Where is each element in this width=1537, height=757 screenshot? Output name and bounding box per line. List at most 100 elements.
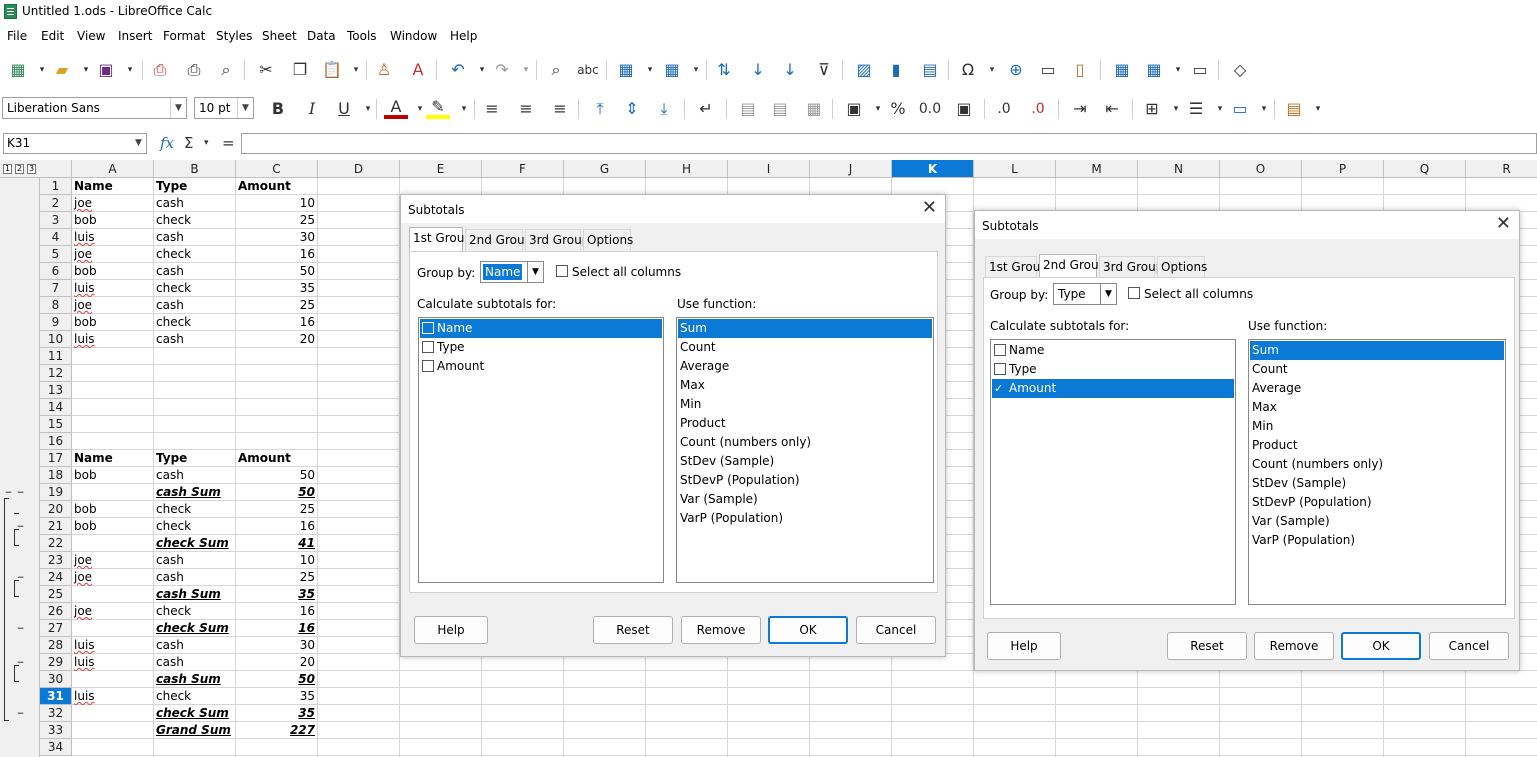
row-header[interactable]: 22 <box>40 535 72 552</box>
row-header[interactable]: 30 <box>40 671 72 688</box>
cell[interactable]: joe <box>72 297 153 314</box>
cell[interactable]: luis <box>72 637 153 654</box>
cell[interactable]: cash <box>154 467 235 484</box>
row-header[interactable]: 5 <box>40 246 72 263</box>
align-top-icon[interactable]: ⤒ <box>588 97 612 121</box>
new-document-icon[interactable]: ▦ <box>6 58 30 82</box>
list-item[interactable]: Type <box>420 338 662 357</box>
cell[interactable]: 50 <box>236 467 317 484</box>
column-dropdown-icon[interactable]: ▾ <box>684 58 708 82</box>
collapse-button[interactable]: − <box>16 574 25 583</box>
cell[interactable]: Name <box>72 450 153 467</box>
highlight-color-icon[interactable]: ✎ <box>426 97 450 119</box>
row-header[interactable]: 11 <box>40 348 72 365</box>
function-item[interactable]: Average <box>1250 379 1504 398</box>
tab-1st-group[interactable]: 1st Group <box>985 256 1048 278</box>
cell[interactable]: 50 <box>236 484 317 501</box>
name-box[interactable]: K31 ▼ <box>3 133 147 154</box>
column-header[interactable]: L <box>974 160 1056 178</box>
function-item[interactable]: Product <box>678 414 932 433</box>
cell[interactable]: 25 <box>236 212 317 229</box>
group-by-dropdown[interactable]: Type ▼ <box>1053 283 1117 305</box>
cell[interactable]: bob <box>72 263 153 280</box>
columns-list[interactable]: Name Type Amount <box>418 317 664 583</box>
columns-list[interactable]: Name Type ✓ Amount <box>990 339 1236 605</box>
redo-dropdown-icon[interactable]: ▾ <box>514 58 538 82</box>
column-header[interactable]: N <box>1138 160 1220 178</box>
chevron-down-icon[interactable]: ▼ <box>1100 284 1116 304</box>
tab-2nd-group[interactable]: 2nd Group <box>465 229 532 251</box>
function-item[interactable]: Count (numbers only) <box>1250 455 1504 474</box>
menu-edit[interactable]: Edit <box>41 29 64 43</box>
cell[interactable]: check Sum <box>154 620 235 637</box>
outline-level-3-button[interactable]: 3 <box>27 164 36 174</box>
cell[interactable]: cash <box>154 263 235 280</box>
row-header[interactable]: 31 <box>40 688 72 705</box>
merge-center-icon[interactable]: ▤ <box>736 97 760 121</box>
select-all-columns-checkbox[interactable] <box>1128 287 1140 299</box>
date-format-icon[interactable]: ▣ <box>952 97 976 121</box>
tab-3rd-group[interactable]: 3rd Group <box>525 229 589 251</box>
row-header[interactable]: 20 <box>40 501 72 518</box>
cell[interactable]: Type <box>154 450 235 467</box>
font-name-box[interactable]: Liberation Sans ▼ <box>2 97 187 119</box>
column-header[interactable]: B <box>154 160 236 178</box>
row-icon[interactable]: ▦ <box>614 58 638 82</box>
tab-1st-group[interactable]: 1st Group <box>409 227 472 251</box>
number-format-icon[interactable]: 0.0 <box>918 97 942 121</box>
help-button[interactable]: Help <box>414 616 488 644</box>
sum-dropdown-icon[interactable]: ▾ <box>204 138 209 148</box>
function-item[interactable]: Max <box>678 376 932 395</box>
delete-decimal-icon[interactable]: .0 <box>1026 97 1050 121</box>
collapse-button[interactable]: − <box>16 489 25 498</box>
cell[interactable]: 10 <box>236 195 317 212</box>
function-item[interactable]: StDevP (Population) <box>1250 493 1504 512</box>
border-color-dropdown-icon[interactable]: ▾ <box>1252 97 1276 121</box>
tab-options[interactable]: Options <box>1157 256 1207 278</box>
menu-window[interactable]: Window <box>390 29 437 43</box>
cell[interactable]: 20 <box>236 654 317 671</box>
print-preview-icon[interactable]: ⌕ <box>214 58 238 82</box>
cell[interactable]: 30 <box>236 637 317 654</box>
freeze-rows-columns-icon[interactable]: ▦ <box>1142 58 1166 82</box>
font-size-box[interactable]: 10 pt ▼ <box>194 97 254 119</box>
row-header[interactable]: 25 <box>40 586 72 603</box>
paste-dropdown-icon[interactable]: ▾ <box>344 58 368 82</box>
functions-list[interactable]: Sum Count Average Max Min Product Count (numbe… <box>1248 339 1506 605</box>
special-character-dropdown-icon[interactable]: ▾ <box>980 58 1004 82</box>
menu-sheet[interactable]: Sheet <box>262 29 297 43</box>
sort-ascending-icon[interactable]: ↓ <box>746 58 770 82</box>
ok-button[interactable]: OK <box>1341 632 1421 660</box>
tab-2nd-group[interactable]: 2nd Group <box>1039 254 1106 278</box>
column-header[interactable]: H <box>646 160 728 178</box>
select-all-corner[interactable]: 1 2 3 <box>0 160 72 178</box>
cell[interactable]: cash Sum <box>154 586 235 603</box>
row-header[interactable]: 32 <box>40 705 72 722</box>
sort-icon[interactable]: ⇅ <box>712 58 736 82</box>
print-icon[interactable]: ⎙ <box>182 58 206 82</box>
align-bottom-icon[interactable]: ⤓ <box>652 97 676 121</box>
cell[interactable]: bob <box>72 314 153 331</box>
paste-icon[interactable]: 📋 <box>320 58 344 82</box>
percent-format-icon[interactable]: % <box>886 97 910 121</box>
row-header[interactable]: 23 <box>40 552 72 569</box>
pivot-table-icon[interactable]: ▤ <box>918 58 942 82</box>
decrease-indent-icon[interactable]: ⇤ <box>1100 97 1124 121</box>
row-header[interactable]: 3 <box>40 212 72 229</box>
menu-help[interactable]: Help <box>450 29 477 43</box>
collapse-button[interactable]: − <box>16 625 25 634</box>
function-item[interactable]: Product <box>1250 436 1504 455</box>
cell[interactable]: cash <box>154 654 235 671</box>
row-header[interactable]: 24 <box>40 569 72 586</box>
currency-format-icon[interactable]: ▣ <box>842 97 866 121</box>
function-item[interactable]: Sum <box>1250 341 1504 360</box>
checkmark-icon[interactable]: ✓ <box>994 379 1006 398</box>
conditional-dropdown-icon[interactable]: ▾ <box>1306 97 1330 121</box>
center-vertically-icon[interactable]: ⇕ <box>620 97 644 121</box>
italic-icon[interactable]: I <box>300 97 324 121</box>
cell[interactable]: bob <box>72 501 153 518</box>
function-item[interactable]: Count <box>1250 360 1504 379</box>
cell[interactable]: bob <box>72 467 153 484</box>
list-item[interactable]: Name <box>992 341 1234 360</box>
undo-icon[interactable]: ↶ <box>446 58 470 82</box>
